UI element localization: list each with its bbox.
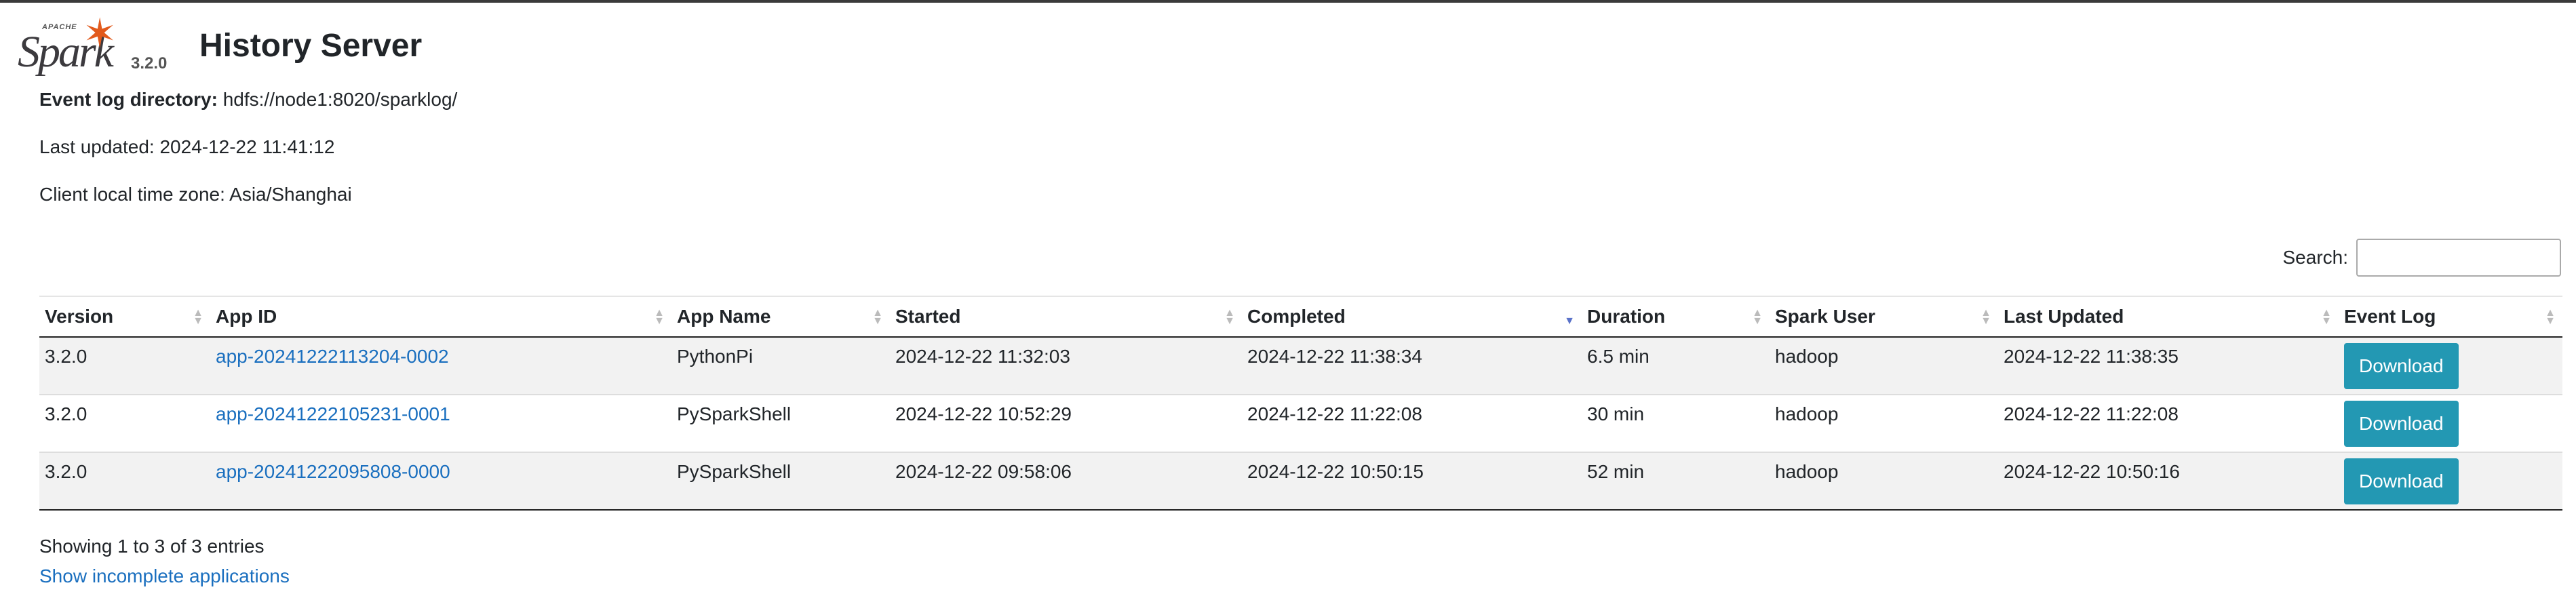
event-log-directory: Event log directory: hdfs://node1:8020/s… [39,84,2576,132]
table-row: 3.2.0 app-20241222095808-0000 PySparkShe… [39,452,2562,511]
cell-app-id: app-20241222095808-0000 [210,452,671,511]
column-header-event-log[interactable]: Event Log ▲ ▼ [2339,296,2562,338]
search-input[interactable] [2356,239,2561,277]
header: APACHE Spark ✶ 3.2.0 History Server [0,3,2576,84]
star-icon: ✶ [83,11,117,56]
sort-icon: ▲ ▼ [1752,307,1763,327]
cell-event-log: Download [2339,394,2562,452]
table-row: 3.2.0 app-20241222105231-0001 PySparkShe… [39,394,2562,452]
cell-last-updated: 2024-12-22 10:50:16 [1998,452,2339,511]
column-header-last-updated[interactable]: Last Updated ▲ ▼ [1998,296,2339,338]
sort-icon: ▲ ▼ [193,307,203,327]
app-id-link[interactable]: app-20241222105231-0001 [216,403,450,424]
sort-icon: ▲ ▼ [872,307,883,327]
column-header-version[interactable]: Version ▲ ▼ [39,296,210,338]
app-id-link[interactable]: app-20241222095808-0000 [216,461,450,482]
entries-info: Showing 1 to 3 of 3 entries [39,536,265,557]
cell-started: 2024-12-22 09:58:06 [890,452,1242,511]
cell-version: 3.2.0 [39,336,210,395]
search-label: Search: [2282,247,2349,268]
client-timezone: Client local time zone: Asia/Shanghai [39,184,352,205]
sort-icon: ▲ ▼ [2321,307,2332,327]
cell-spark-user: hadoop [1770,452,1998,511]
cell-completed: 2024-12-22 11:22:08 [1242,394,1582,452]
event-log-label: Event log directory: [39,89,218,110]
cell-last-updated: 2024-12-22 11:22:08 [1998,394,2339,452]
cell-app-id: app-20241222105231-0001 [210,394,671,452]
cell-duration: 6.5 min [1582,336,1770,395]
spark-logo[interactable]: APACHE Spark ✶ [18,11,126,77]
cell-app-name: PythonPi [671,336,890,395]
sort-icon: ▲ ▼ [654,307,665,327]
sort-desc-icon: ▼ [1564,315,1575,327]
cell-version: 3.2.0 [39,394,210,452]
cell-app-id: app-20241222113204-0002 [210,336,671,395]
column-header-app-name[interactable]: App Name ▲ ▼ [671,296,890,338]
cell-spark-user: hadoop [1770,336,1998,395]
cell-duration: 30 min [1582,394,1770,452]
cell-duration: 52 min [1582,452,1770,511]
info-section: Event log directory: hdfs://node1:8020/s… [0,84,2576,226]
cell-event-log: Download [2339,452,2562,511]
cell-app-name: PySparkShell [671,394,890,452]
cell-completed: 2024-12-22 10:50:15 [1242,452,1582,511]
page-title: History Server [199,28,423,64]
cell-started: 2024-12-22 10:52:29 [890,394,1242,452]
search-row: Search: [2282,239,2561,277]
sort-icon: ▲ ▼ [1224,307,1235,327]
download-button[interactable]: Download [2344,458,2459,504]
event-log-value: hdfs://node1:8020/sparklog/ [222,89,458,110]
column-header-completed[interactable]: Completed ▼ [1242,296,1582,338]
show-incomplete-link[interactable]: Show incomplete applications [39,565,290,587]
download-button[interactable]: Download [2344,343,2459,389]
cell-event-log: Download [2339,336,2562,395]
cell-last-updated: 2024-12-22 11:38:35 [1998,336,2339,395]
column-header-duration[interactable]: Duration ▲ ▼ [1582,296,1770,338]
history-table: Version ▲ ▼ App ID ▲ ▼ App Name ▲ ▼ Started ▲ ▼ … [39,296,2562,511]
table-row: 3.2.0 app-20241222113204-0002 PythonPi 2… [39,336,2562,395]
last-updated: Last updated: 2024-12-22 11:41:12 [39,136,335,157]
column-header-spark-user[interactable]: Spark User ▲ ▼ [1770,296,1998,338]
spark-version: 3.2.0 [131,54,168,73]
cell-started: 2024-12-22 11:32:03 [890,336,1242,395]
cell-version: 3.2.0 [39,452,210,511]
column-header-started[interactable]: Started ▲ ▼ [890,296,1242,338]
cell-spark-user: hadoop [1770,394,1998,452]
sort-icon: ▲ ▼ [2545,307,2556,327]
cell-app-name: PySparkShell [671,452,890,511]
download-button[interactable]: Download [2344,401,2459,447]
app-id-link[interactable]: app-20241222113204-0002 [216,346,449,367]
sort-icon: ▲ ▼ [1980,307,1991,327]
column-header-app-id[interactable]: App ID ▲ ▼ [210,296,671,338]
cell-completed: 2024-12-22 11:38:34 [1242,336,1582,395]
